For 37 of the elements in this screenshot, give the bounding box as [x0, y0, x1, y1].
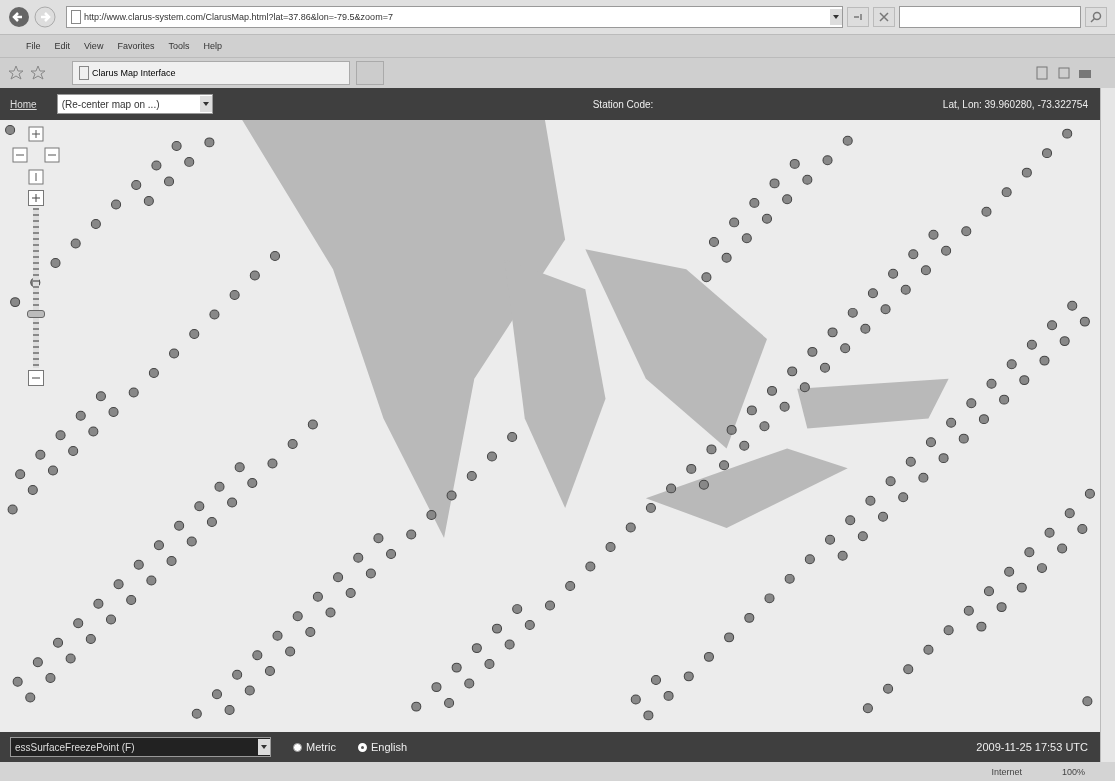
scrollbar[interactable]: [1100, 88, 1115, 762]
refresh-button[interactable]: [847, 7, 869, 27]
zoom-out-button[interactable]: [28, 370, 44, 386]
menu-item[interactable]: File: [26, 41, 41, 51]
menu-item[interactable]: View: [84, 41, 104, 51]
zoom-slider-handle[interactable]: [27, 310, 45, 319]
back-button[interactable]: [8, 6, 30, 28]
security-zone: Internet: [991, 766, 1022, 777]
radio-label: Metric: [306, 741, 336, 753]
timestamp: 2009-11-25 17:53 UTC: [976, 741, 1088, 753]
favorites-star-icon[interactable]: [8, 65, 24, 81]
zoom-level[interactable]: 100%: [1061, 766, 1085, 777]
address-field[interactable]: http://www.clarus-system.com/ClarusMap.html?lat=37.86&lon=-79.5&zoom=7: [66, 6, 843, 28]
stop-button[interactable]: [873, 7, 895, 27]
pan-control-drawing[interactable]: [12, 126, 60, 186]
menu-item[interactable]: Tools: [168, 41, 190, 51]
refresh-icon: [852, 11, 864, 23]
search-icon: [1090, 11, 1102, 23]
menu-item[interactable]: Edit: [54, 41, 71, 51]
menu-item[interactable]: Favorites: [117, 41, 155, 51]
dropdown-icon[interactable]: [830, 9, 842, 25]
dropdown-icon: [258, 739, 270, 755]
station-code-label: Station Code:: [592, 98, 654, 110]
radio-button[interactable]: [293, 742, 302, 752]
add-favorite-icon[interactable]: [30, 65, 46, 81]
close-icon: [878, 11, 890, 23]
dropdown-icon: [199, 96, 212, 112]
recenter-select[interactable]: (Re-center map on ...): [56, 94, 213, 114]
home-link[interactable]: Home: [10, 98, 37, 110]
search-field[interactable]: [899, 6, 1081, 28]
parameter-select[interactable]: essSurfaceFreezePoint (F): [10, 737, 271, 757]
browser-tab[interactable]: Clarus Map Interface: [72, 61, 350, 85]
coordinates-readout: Lat, Lon: 39.960280, -73.322754: [942, 98, 1088, 110]
zoom-in-button[interactable]: [28, 190, 44, 206]
menu-item[interactable]: Help: [203, 41, 222, 51]
search-button[interactable]: [1085, 7, 1107, 27]
radio-label: English: [370, 741, 408, 753]
